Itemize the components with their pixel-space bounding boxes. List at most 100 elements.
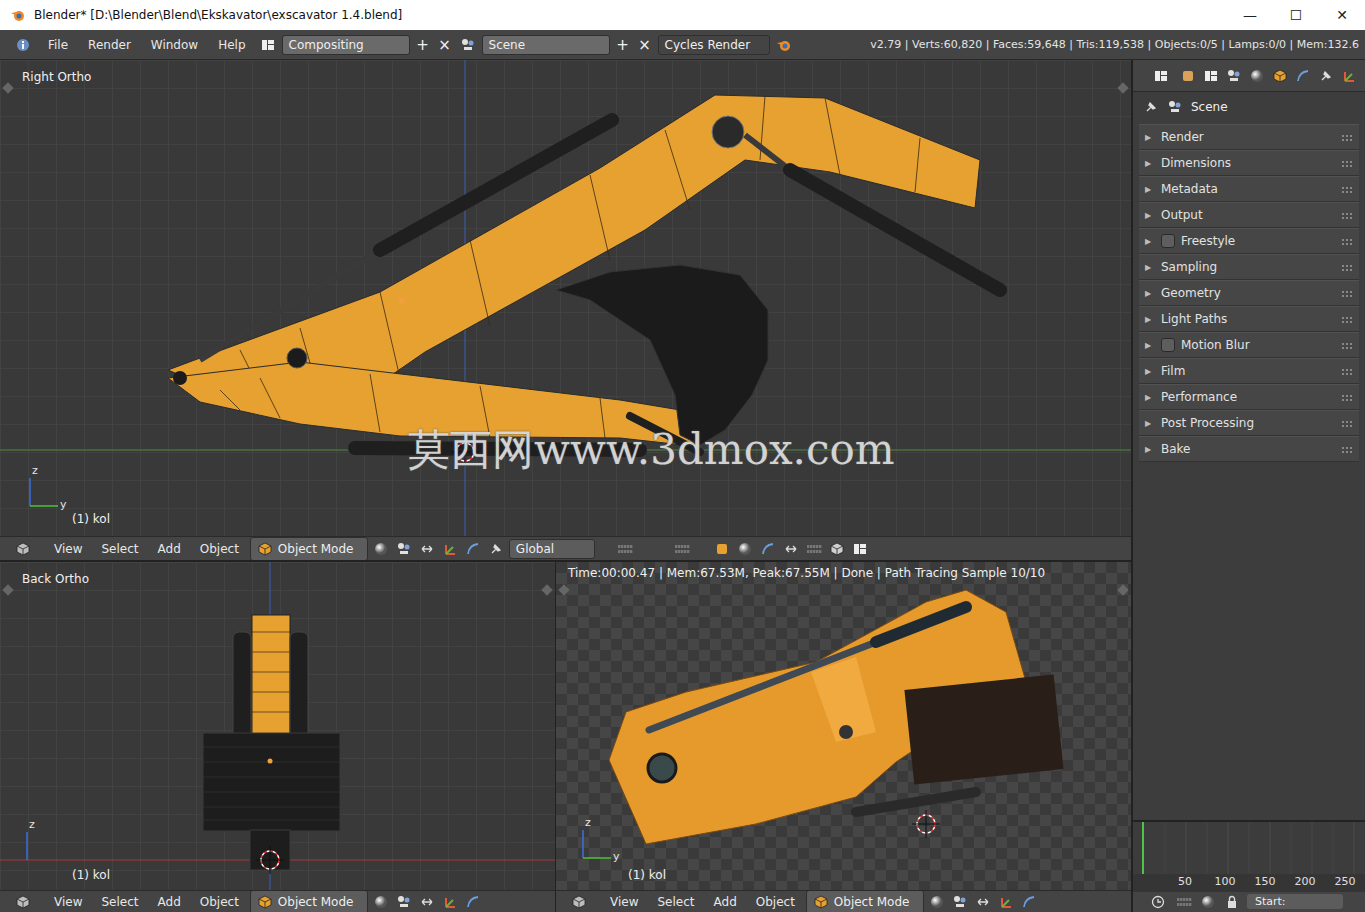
- layers-tab-icon[interactable]: [1201, 67, 1221, 85]
- pin-icon[interactable]: [1143, 99, 1159, 115]
- add-scene-button[interactable]: +: [614, 36, 632, 54]
- render-preview-icon[interactable]: [827, 540, 847, 558]
- drag-handle-icon[interactable]: [1339, 233, 1355, 249]
- properties-panel[interactable]: ▶Film: [1139, 358, 1359, 384]
- drag-handle-icon[interactable]: [1339, 258, 1355, 276]
- rendered-viewport[interactable]: zyTime:00:00.47 | Mem:67.53M, Peak:67.55…: [556, 562, 1131, 912]
- clapper-icon[interactable]: [852, 541, 868, 557]
- manipulator-toggle-icon[interactable]: [417, 540, 437, 558]
- editor-type-icon[interactable]: [15, 541, 31, 557]
- object-mode-icon[interactable]: [257, 541, 273, 557]
- right-ortho-viewport[interactable]: zyRight Ortho(1) kol莫西网www.3dmox.com Vie…: [0, 60, 1131, 560]
- scene-tab-icon[interactable]: [1224, 67, 1244, 85]
- translate-icon[interactable]: [996, 893, 1016, 911]
- properties-panel[interactable]: ▶Bake: [1139, 436, 1359, 462]
- drag-handle-icon[interactable]: [1339, 388, 1355, 406]
- scene-icon[interactable]: [458, 36, 478, 54]
- corner-widget-icon[interactable]: [1117, 82, 1128, 93]
- constraints-tab-icon[interactable]: [1293, 67, 1313, 85]
- drag-handle-icon[interactable]: [1339, 311, 1355, 327]
- translate-icon[interactable]: [440, 893, 460, 911]
- modifiers-tab-icon[interactable]: [1316, 67, 1336, 85]
- object-mode-icon[interactable]: [257, 894, 273, 910]
- keying-icon[interactable]: [1200, 894, 1216, 910]
- snap-icon[interactable]: [760, 541, 776, 557]
- drag-handle-icon[interactable]: [1339, 259, 1355, 275]
- rotate-icon[interactable]: [465, 541, 481, 557]
- excavator-back-view-icon[interactable]: z: [0, 562, 555, 890]
- layers-tab-icon[interactable]: [1203, 68, 1219, 84]
- translate-icon[interactable]: [998, 894, 1014, 910]
- render-tab-icon[interactable]: [1180, 68, 1196, 84]
- pivot-icon[interactable]: [396, 541, 412, 557]
- mode-dropdown[interactable]: Object Mode: [250, 537, 368, 561]
- manipulator-toggle-icon[interactable]: [417, 893, 437, 911]
- editor-type-icon[interactable]: [566, 893, 592, 911]
- object-mode-icon[interactable]: [257, 893, 273, 911]
- mirror-icon[interactable]: [783, 541, 799, 557]
- editor-type-icon[interactable]: [10, 540, 36, 558]
- menu-item[interactable]: Object: [192, 893, 247, 911]
- lock-icon[interactable]: [1223, 893, 1241, 911]
- object-tab-icon[interactable]: [1270, 67, 1290, 85]
- properties-panel[interactable]: ▶Geometry: [1139, 280, 1359, 306]
- menu-item[interactable]: Object: [748, 893, 803, 911]
- drag-handle-icon[interactable]: [1339, 310, 1355, 328]
- snap-target-icon[interactable]: [806, 541, 822, 557]
- scale-icon[interactable]: [486, 540, 506, 558]
- menu-item[interactable]: Select: [93, 893, 146, 911]
- drag-handle-icon[interactable]: [1339, 181, 1355, 197]
- constraints-tab-icon[interactable]: [1295, 68, 1311, 84]
- editor-type-icon[interactable]: [15, 894, 31, 910]
- translate-icon[interactable]: [442, 541, 458, 557]
- render-preview-icon[interactable]: [829, 541, 845, 557]
- back-ortho-viewport[interactable]: zBack Ortho(1) kol ViewSelectAddObjectOb…: [0, 562, 556, 912]
- scene-icon[interactable]: [460, 37, 476, 53]
- pivot-icon[interactable]: [394, 893, 414, 911]
- viewport-shading-icon[interactable]: [927, 893, 947, 911]
- scene-field[interactable]: Scene: [482, 35, 610, 55]
- drag-handle-icon[interactable]: [1339, 414, 1355, 432]
- menu-item[interactable]: Add: [150, 893, 189, 911]
- boom-icon[interactable]: [168, 95, 980, 402]
- menu-item[interactable]: File: [40, 36, 76, 54]
- drag-handle-icon[interactable]: [1339, 389, 1355, 405]
- menu-item[interactable]: Add: [706, 893, 745, 911]
- disclosure-arrow[interactable]: ▶: [1145, 263, 1155, 272]
- proportional-edit-icon[interactable]: [735, 540, 755, 558]
- menu-item[interactable]: Window: [143, 36, 206, 54]
- editor-type-icon[interactable]: [571, 894, 587, 910]
- drag-handle-icon[interactable]: [1339, 129, 1355, 145]
- properties-panel[interactable]: ▶Post Processing: [1139, 410, 1359, 436]
- drag-handle-icon[interactable]: [1339, 155, 1355, 171]
- manipulator-toggle-icon[interactable]: [419, 541, 435, 557]
- properties-panel[interactable]: ▶Metadata: [1139, 176, 1359, 202]
- translate-icon[interactable]: [440, 540, 460, 558]
- render-engine-dropdown[interactable]: Cycles Render: [658, 35, 770, 55]
- panel-checkbox[interactable]: [1161, 338, 1175, 352]
- corner-widget-icon[interactable]: [1117, 584, 1128, 595]
- timeline[interactable]: 50100150200250Start:: [1133, 820, 1365, 912]
- mode-dropdown[interactable]: Object Mode: [806, 890, 924, 912]
- data-tab-icon[interactable]: [1339, 67, 1359, 85]
- object-mode-icon[interactable]: [813, 893, 829, 911]
- blender-logo-icon[interactable]: [10, 7, 26, 23]
- disclosure-arrow[interactable]: ▶: [1145, 159, 1155, 168]
- viewport-canvas[interactable]: zBack Ortho(1) kol: [0, 562, 555, 890]
- disclosure-arrow[interactable]: ▶: [1145, 419, 1155, 428]
- screen-layout-icon[interactable]: [258, 36, 278, 54]
- scene-tab-icon[interactable]: [1226, 68, 1242, 84]
- 3d-cursor-icon[interactable]: [912, 810, 940, 838]
- menu-item[interactable]: Object: [192, 540, 247, 558]
- disclosure-arrow[interactable]: ▶: [1145, 237, 1155, 246]
- viewport-shading-icon[interactable]: [371, 893, 391, 911]
- blender-logo-icon[interactable]: [774, 36, 794, 54]
- properties-panel[interactable]: ▶Sampling: [1139, 254, 1359, 280]
- render-tab-icon[interactable]: [1178, 67, 1198, 85]
- corner-widget-icon[interactable]: [2, 82, 13, 93]
- window-control-button[interactable]: ☐: [1273, 0, 1319, 30]
- rotate-icon[interactable]: [465, 894, 481, 910]
- scale-icon[interactable]: [488, 541, 504, 557]
- disclosure-arrow[interactable]: ▶: [1145, 393, 1155, 402]
- snap-target-icon[interactable]: [804, 540, 824, 558]
